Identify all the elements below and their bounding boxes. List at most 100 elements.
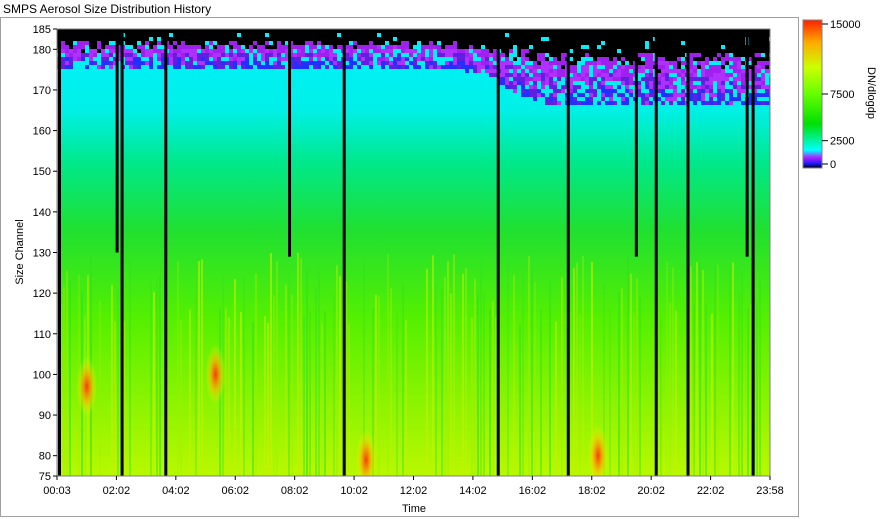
heatmap-noise-cell	[629, 89, 633, 93]
heatmap-noise-cell	[181, 37, 185, 41]
heatmap-noise-cell	[281, 29, 285, 33]
heatmap-noise-cell	[557, 45, 561, 49]
heatmap-noise-cell	[213, 37, 217, 41]
heatmap-noise-cell	[301, 41, 305, 45]
heatmap-stripe	[63, 286, 65, 476]
heatmap-noise-cell	[561, 73, 565, 77]
heatmap-noise-cell	[133, 61, 137, 65]
heatmap-noise-cell	[689, 57, 693, 61]
heatmap-noise-cell	[409, 53, 413, 57]
heatmap-noise-cell	[661, 57, 665, 61]
heatmap-noise-cell	[541, 73, 545, 77]
heatmap-noise-cell	[625, 97, 629, 101]
heatmap-noise-cell	[305, 33, 309, 37]
heatmap-hotspot	[588, 425, 609, 476]
heatmap-stripe	[336, 265, 338, 476]
heatmap-noise-cell	[613, 53, 617, 57]
heatmap-noise-cell	[257, 45, 261, 49]
heatmap-noise-cell	[621, 61, 625, 65]
heatmap-noise-cell	[481, 41, 485, 45]
heatmap-noise-cell	[581, 37, 585, 41]
heatmap-noise-cell	[701, 37, 705, 41]
heatmap-noise-cell	[553, 45, 557, 49]
heatmap-stripe	[150, 280, 152, 476]
heatmap-noise-cell	[705, 29, 709, 33]
heatmap-noise-cell	[97, 29, 101, 33]
heatmap-noise-cell	[269, 53, 273, 57]
heatmap-noise-cell	[317, 41, 321, 45]
heatmap-noise-cell	[689, 41, 693, 45]
heatmap-noise-cell	[729, 57, 733, 61]
heatmap-noise-cell	[73, 49, 77, 53]
heatmap-noise-cell	[513, 29, 517, 33]
heatmap-noise-cell	[733, 53, 737, 57]
heatmap-noise-cell	[593, 29, 597, 33]
heatmap-noise-cell	[549, 53, 553, 57]
heatmap-noise-cell	[621, 93, 625, 97]
heatmap-noise-cell	[589, 29, 593, 33]
heatmap-noise-cell	[133, 65, 137, 69]
heatmap-noise-cell	[229, 29, 233, 33]
heatmap-noise-cell	[517, 37, 521, 41]
heatmap-noise-cell	[717, 81, 721, 85]
heatmap-noise-cell	[441, 29, 445, 33]
heatmap-noise-cell	[325, 53, 329, 57]
heatmap-stripe	[480, 261, 482, 476]
heatmap-noise-cell	[729, 37, 733, 41]
heatmap-noise-cell	[101, 61, 105, 65]
heatmap-noise-cell	[681, 93, 685, 97]
heatmap-noise-cell	[625, 57, 629, 61]
heatmap-noise-cell	[397, 61, 401, 65]
heatmap-noise-cell	[529, 93, 533, 97]
heatmap-noise-cell	[621, 65, 625, 69]
heatmap-noise-cell	[729, 73, 733, 77]
heatmap-noise-cell	[365, 33, 369, 37]
heatmap-noise-cell	[209, 53, 213, 57]
heatmap-noise-cell	[573, 61, 577, 65]
heatmap-noise-cell	[553, 73, 557, 77]
heatmap-noise-cell	[761, 85, 765, 89]
heatmap-noise-cell	[293, 33, 297, 37]
heatmap-noise-cell	[233, 61, 237, 65]
heatmap-noise-cell	[581, 93, 585, 97]
heatmap-noise-cell	[201, 53, 205, 57]
heatmap-noise-cell	[437, 29, 441, 33]
heatmap-noise-cell	[629, 49, 633, 53]
heatmap-noise-cell	[737, 89, 741, 93]
heatmap-noise-cell	[441, 33, 445, 37]
heatmap-noise-cell	[717, 89, 721, 93]
heatmap-noise-cell	[273, 29, 277, 33]
heatmap-noise-cell	[621, 57, 625, 61]
heatmap-noise-cell	[89, 45, 93, 49]
heatmap-noise-cell	[177, 61, 181, 65]
heatmap-noise-cell	[713, 65, 717, 69]
heatmap-noise-cell	[713, 57, 717, 61]
heatmap-noise-cell	[229, 45, 233, 49]
heatmap-noise-cell	[177, 65, 181, 69]
heatmap-noise-cell	[237, 61, 241, 65]
heatmap-noise-cell	[501, 37, 505, 41]
heatmap-noise-cell	[469, 45, 473, 49]
heatmap-noise-cell	[613, 41, 617, 45]
heatmap-noise-cell	[229, 61, 233, 65]
heatmap-noise-cell	[133, 57, 137, 61]
heatmap-noise-cell	[733, 37, 737, 41]
heatmap-noise-cell	[361, 41, 365, 45]
heatmap-stripe	[264, 316, 266, 476]
heatmap-noise-cell	[241, 41, 245, 45]
heatmap-noise-cell	[61, 37, 65, 41]
heatmap-noise-cell	[545, 77, 549, 81]
heatmap-noise-cell	[353, 41, 357, 45]
x-tick-label: 00:03	[43, 485, 71, 497]
heatmap-noise-cell	[597, 101, 601, 105]
heatmap-noise-cell	[77, 57, 81, 61]
heatmap-noise-cell	[641, 97, 645, 101]
heatmap-noise-cell	[501, 61, 505, 65]
heatmap-noise-cell	[737, 57, 741, 61]
heatmap-noise-cell	[645, 49, 649, 53]
heatmap-noise-cell	[765, 41, 769, 45]
heatmap-noise-cell	[333, 41, 337, 45]
heatmap-noise-cell	[153, 45, 157, 49]
heatmap-noise-cell	[425, 29, 429, 33]
heatmap-noise-cell	[689, 89, 693, 93]
